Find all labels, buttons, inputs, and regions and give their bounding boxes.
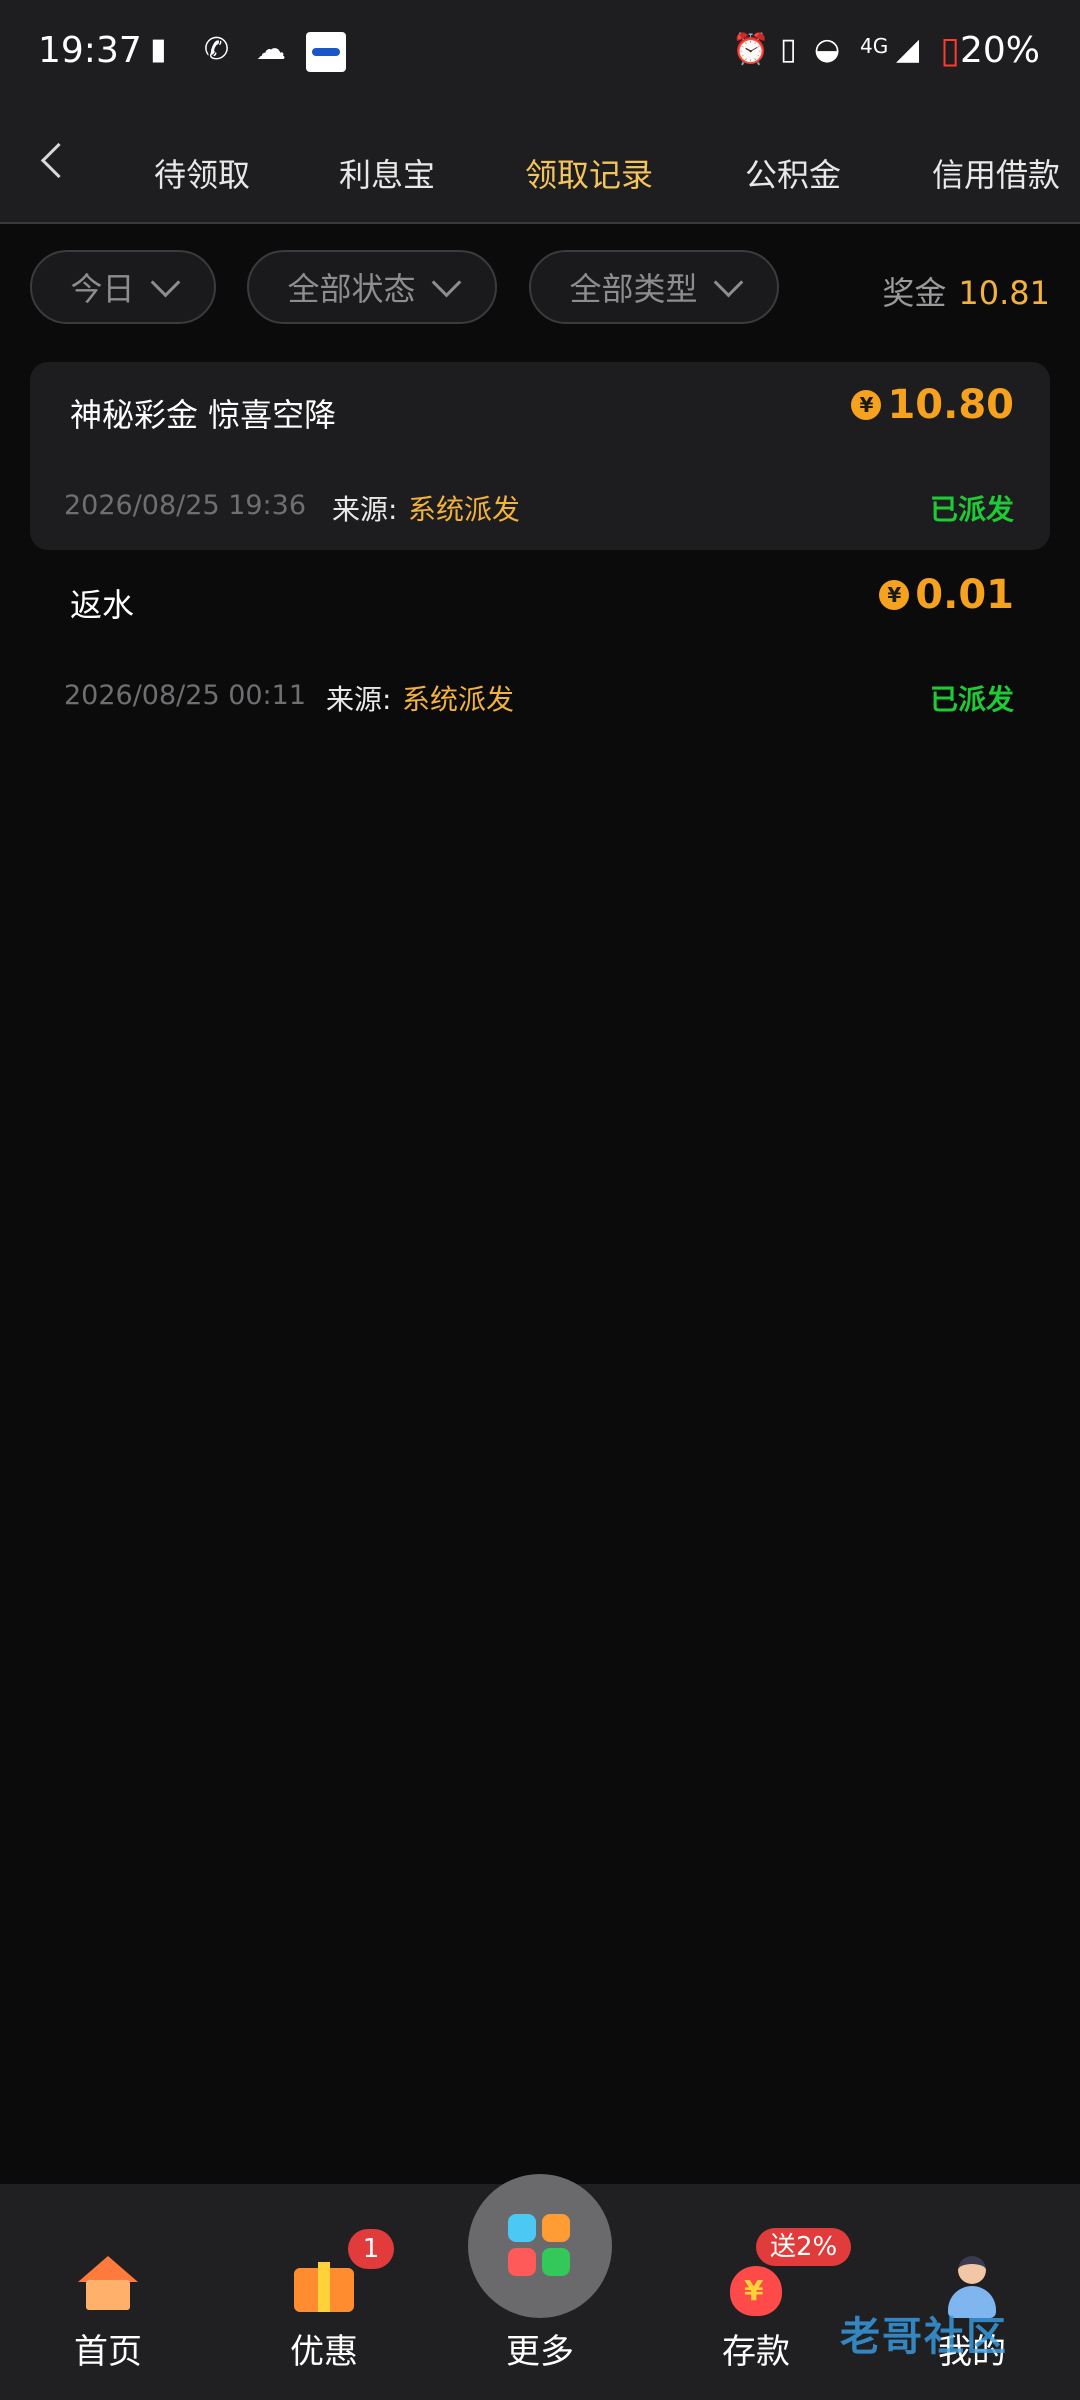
date-filter-dropdown[interactable]: 今日	[30, 250, 216, 324]
watermark: 老哥社区	[840, 2314, 1008, 2360]
record-source-label: 来源:	[326, 683, 392, 716]
cloud-icon: ☁	[256, 32, 286, 67]
gift-icon	[294, 2256, 354, 2312]
bonus-label: 奖金	[882, 274, 947, 312]
top-navigation: 待领取 利息宝 领取记录 公积金 信用借款	[0, 110, 1080, 224]
promo-count-badge: 1	[348, 2229, 394, 2269]
bonus-total: 奖金 10.81	[882, 268, 1050, 314]
wifi-icon: ◒	[814, 32, 841, 67]
home-icon	[78, 2256, 138, 2310]
apps-grid-icon	[508, 2214, 572, 2278]
yen-coin-icon: ¥	[879, 580, 910, 610]
phone-icon: ✆	[204, 32, 230, 67]
bonus-value: 10.81	[958, 274, 1050, 312]
chevron-down-icon	[150, 267, 180, 297]
nav-promo-label: 优惠	[290, 2332, 358, 2372]
chevron-down-icon	[431, 267, 461, 297]
nav-more-label: 更多	[506, 2332, 574, 2372]
status-time: 19:37	[38, 30, 142, 71]
back-button[interactable]	[36, 138, 76, 186]
battery-level: ▯20%	[940, 30, 1040, 71]
nav-home[interactable]: 首页	[8, 2184, 208, 2400]
nav-mine[interactable]: 我的	[872, 2184, 1072, 2400]
tab-credit-loan[interactable]: 信用借款	[932, 150, 1060, 196]
filter-bar: 今日 全部状态 全部类型 奖金 10.81	[0, 250, 1080, 330]
record-title: 神秘彩金 惊喜空降	[70, 396, 337, 434]
network-type: 4G	[860, 34, 889, 58]
record-amount: ¥ 10.80	[851, 382, 1014, 428]
tab-interest[interactable]: 利息宝	[339, 150, 435, 196]
battery-percent: 20%	[959, 30, 1040, 71]
type-filter-dropdown[interactable]: 全部类型	[529, 250, 779, 324]
signal-icon: ◢	[896, 32, 920, 67]
record-date: 2026/08/25 19:36	[64, 490, 307, 521]
nav-deposit[interactable]: 存款	[656, 2184, 856, 2400]
record-item[interactable]: 神秘彩金 惊喜空降 ¥ 10.80 2026/08/25 19:36 来源: 系…	[30, 362, 1050, 550]
yen-coin-icon: ¥	[851, 390, 882, 420]
battery-icon: ▯	[940, 30, 960, 71]
type-filter-label: 全部类型	[569, 270, 698, 308]
record-status: 已派发	[929, 493, 1014, 526]
record-title: 返水	[70, 586, 135, 624]
more-menu-button[interactable]	[468, 2174, 612, 2318]
app-notification-icon	[306, 32, 346, 72]
date-filter-label: 今日	[70, 270, 135, 308]
nav-home-label: 首页	[74, 2332, 142, 2372]
record-item[interactable]: 返水 ¥ 0.01 2026/08/25 00:11 来源: 系统派发 已派发	[30, 552, 1050, 740]
record-amount: ¥ 0.01	[879, 572, 1014, 618]
record-status: 已派发	[929, 683, 1014, 716]
deposit-promo-badge: 送2%	[756, 2228, 852, 2266]
tab-provident-fund[interactable]: 公积金	[745, 150, 841, 196]
record-source: 系统派发	[402, 683, 515, 716]
nav-deposit-label: 存款	[722, 2332, 790, 2372]
tab-pending[interactable]: 待领取	[154, 150, 250, 196]
status-filter-dropdown[interactable]: 全部状态	[247, 250, 497, 324]
record-source-label: 来源:	[332, 493, 398, 526]
record-amount-value: 10.80	[887, 382, 1014, 428]
status-bar: 19:37 ▮ ✆ ☁ ⏰ ▯ ◒ 4G ◢ ▯20%	[0, 0, 1080, 110]
tab-claim-records[interactable]: 领取记录	[525, 150, 653, 196]
record-amount-value: 0.01	[915, 572, 1014, 618]
record-source: 系统派发	[408, 493, 521, 526]
battery-saver-icon: ▮	[150, 32, 167, 67]
record-date: 2026/08/25 00:11	[64, 680, 307, 711]
vibrate-icon: ▯	[780, 32, 797, 67]
chevron-down-icon	[713, 267, 743, 297]
nav-promo[interactable]: 优惠 1	[224, 2184, 424, 2400]
status-filter-label: 全部状态	[287, 270, 416, 308]
alarm-icon: ⏰	[732, 32, 770, 67]
